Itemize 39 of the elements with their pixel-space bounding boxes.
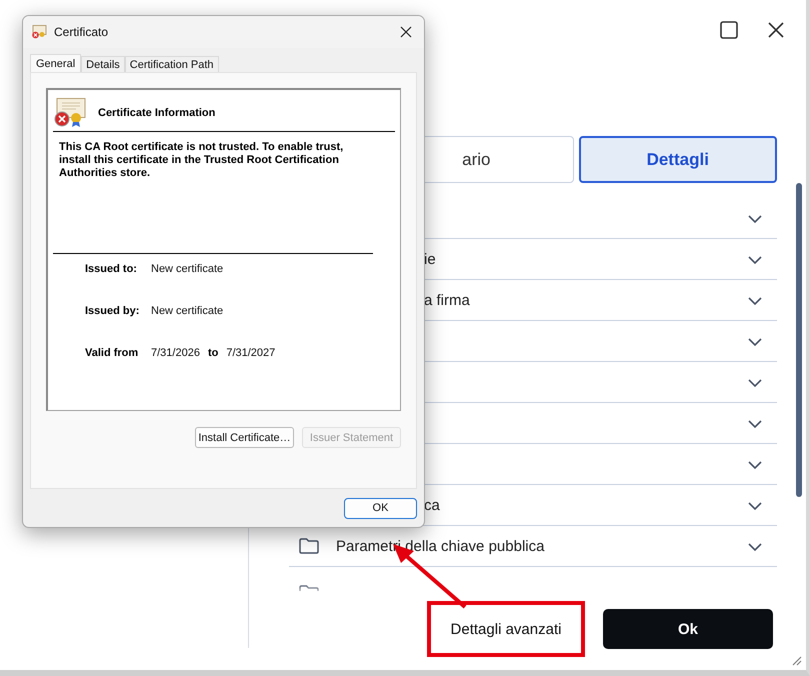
field-value: New certificate	[151, 305, 224, 317]
tab[interactable]: Dettagli	[578, 136, 777, 183]
section-label: a firma	[424, 292, 470, 308]
field-value: 7/31/2026	[151, 347, 200, 359]
chevron-down-icon	[748, 420, 762, 428]
tab[interactable]: Details	[81, 56, 125, 72]
chevron-down-icon	[748, 338, 762, 346]
tab[interactable]: Certification Path	[124, 56, 219, 72]
chevron-down-icon	[748, 502, 762, 510]
maximize-icon[interactable]	[720, 21, 738, 39]
close-icon[interactable]	[400, 26, 412, 38]
folder-icon	[299, 538, 319, 554]
dialog-button[interactable]: Install Certificate…	[195, 427, 294, 448]
certificate-error-icon	[54, 98, 88, 128]
field-label: Valid from	[85, 347, 140, 359]
section-label: ca	[424, 496, 440, 514]
section-heading: Certificate Information	[98, 106, 216, 118]
chevron-down-icon	[748, 215, 762, 223]
trust-message: This CA Root certificate is not trusted. To enable trust, install this certificate in the Trusted Root Certification Authorities store.	[53, 132, 373, 254]
chevron-down-icon	[748, 543, 762, 551]
close-icon[interactable]	[768, 22, 784, 38]
folder-icon	[299, 585, 319, 591]
chevron-down-icon	[748, 256, 762, 264]
ok-button[interactable]: OK	[344, 498, 417, 518]
tab[interactable]: General	[30, 54, 82, 72]
scrollbar[interactable]	[796, 183, 802, 497]
chevron-down-icon	[748, 297, 762, 305]
chevron-down-icon	[748, 461, 762, 469]
field-label: Issued to:	[85, 263, 138, 275]
resize-grip-icon[interactable]	[792, 656, 802, 666]
certificate-icon	[31, 25, 47, 39]
dialog-title: Certificato	[54, 25, 110, 39]
ok-button[interactable]: Ok	[603, 609, 773, 649]
chevron-down-icon	[748, 379, 762, 387]
field-label: to	[208, 347, 218, 359]
section-label: ie	[424, 250, 436, 268]
field-value: 7/31/2027	[226, 347, 276, 359]
field-label: Issued by:	[85, 305, 140, 317]
field-value: New certificate	[151, 263, 224, 275]
